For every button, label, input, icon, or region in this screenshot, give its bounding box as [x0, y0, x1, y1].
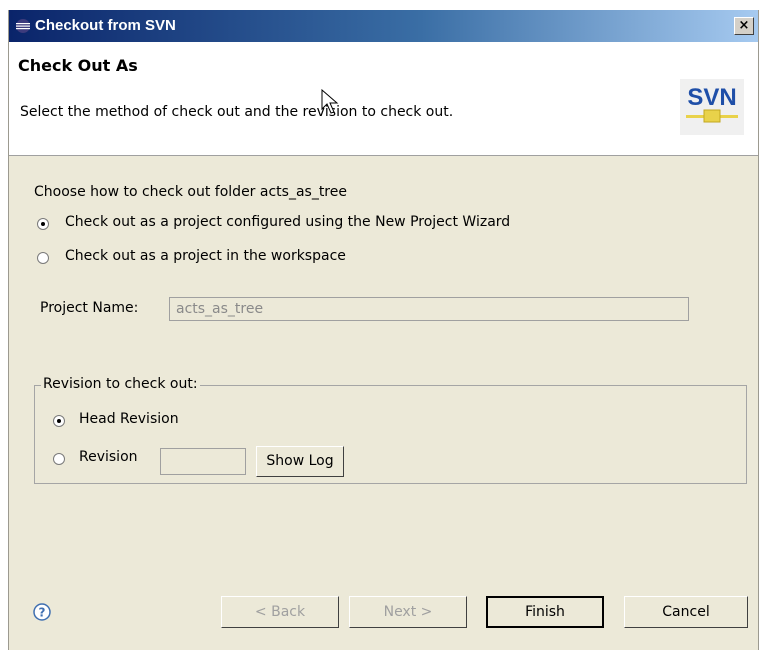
window-title: Checkout from SVN [35, 17, 176, 34]
svn-logo-text: SVN [687, 84, 736, 111]
revision-label[interactable]: Revision [79, 449, 138, 465]
show-log-button[interactable]: Show Log [256, 446, 344, 477]
radio-head-revision[interactable] [53, 415, 65, 427]
page-title: Check Out As [18, 56, 138, 75]
finish-button[interactable]: Finish [486, 596, 604, 628]
project-name-field[interactable]: acts_as_tree [169, 297, 689, 321]
wizard-content: Choose how to check out folder acts_as_t… [9, 156, 758, 566]
checkout-prompt: Choose how to check out folder acts_as_t… [34, 184, 347, 200]
eclipse-icon [16, 19, 30, 33]
revision-groupbox [34, 385, 747, 484]
title-bar[interactable]: Checkout from SVN × [9, 10, 758, 42]
head-revision-label[interactable]: Head Revision [79, 411, 179, 427]
next-button[interactable]: Next > [349, 596, 467, 628]
revision-number-input[interactable] [160, 448, 246, 475]
page-description: Select the method of check out and the r… [20, 104, 454, 120]
radio-new-project-wizard[interactable] [37, 218, 49, 230]
close-button[interactable]: × [734, 17, 754, 35]
svn-logo: SVN [680, 79, 744, 135]
checkout-dialog: Checkout from SVN × Check Out As Select … [8, 10, 759, 650]
cancel-button[interactable]: Cancel [624, 596, 748, 628]
wizard-header: Check Out As Select the method of check … [9, 42, 758, 156]
help-icon[interactable]: ? [33, 603, 51, 621]
option-project-in-workspace-label[interactable]: Check out as a project in the workspace [65, 248, 346, 264]
option-new-project-wizard-label[interactable]: Check out as a project configured using … [65, 214, 510, 230]
project-name-label: Project Name: [40, 300, 139, 316]
svg-text:?: ? [39, 606, 46, 620]
back-button[interactable]: < Back [221, 596, 339, 628]
revision-group-legend: Revision to check out: [41, 376, 200, 392]
close-icon: × [738, 18, 750, 33]
radio-project-in-workspace[interactable] [37, 252, 49, 264]
wizard-footer: ? < Back Next > Finish Cancel [9, 566, 758, 650]
mouse-cursor-icon [321, 89, 339, 114]
radio-revision[interactable] [53, 453, 65, 465]
